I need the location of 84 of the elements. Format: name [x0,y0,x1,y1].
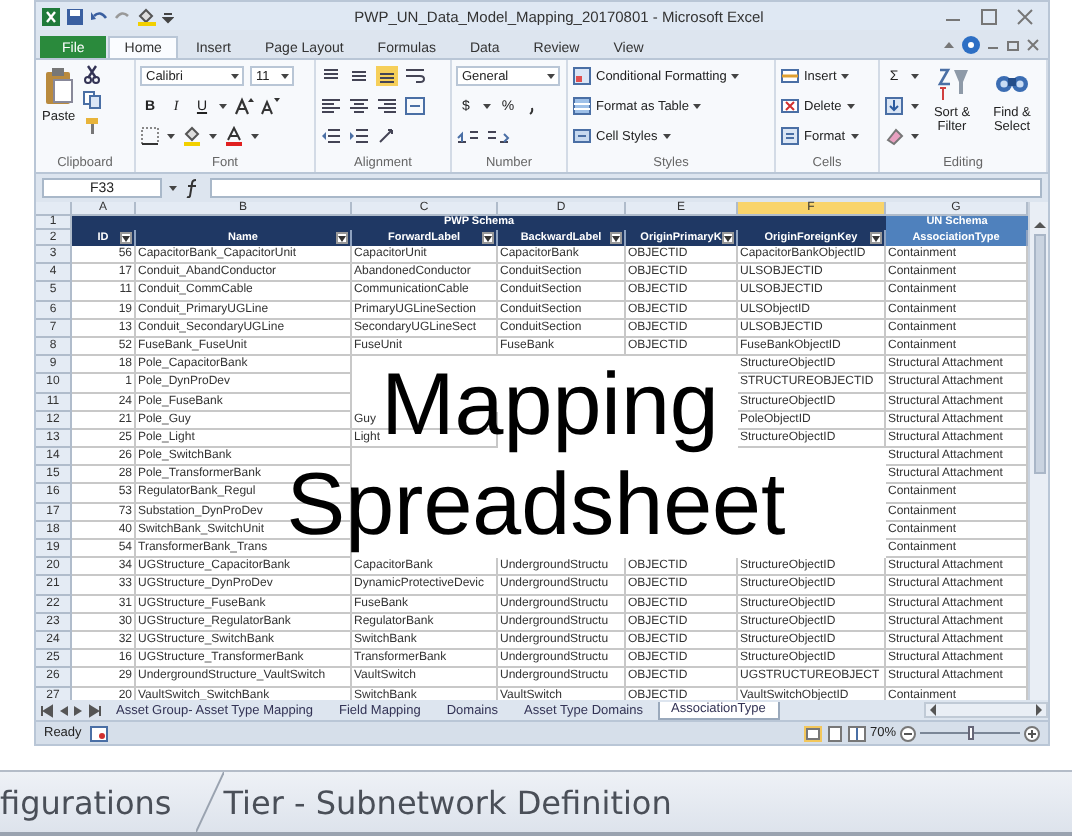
scissors-icon[interactable] [81,64,102,84]
caret-icon[interactable] [661,132,672,140]
align-middle-icon[interactable] [348,66,370,86]
caret-icon[interactable] [208,132,218,140]
decrease-indent-icon[interactable] [320,126,342,146]
horizontal-scrollbar[interactable] [924,702,1048,718]
caret-icon[interactable] [730,72,741,80]
font-color-icon[interactable] [224,126,244,146]
align-bottom-icon[interactable] [376,66,398,86]
first-sheet-icon[interactable] [40,703,54,717]
paintbrush-icon[interactable] [81,116,102,136]
eraser-icon[interactable] [884,126,904,146]
scroll-left-icon[interactable] [928,704,938,716]
borders-icon[interactable] [140,126,160,146]
filter-button[interactable] [120,232,132,244]
formula-input[interactable] [210,178,1042,198]
zoom-out-icon[interactable] [900,725,916,741]
caret-icon[interactable] [546,72,556,80]
wrap-text-icon[interactable] [404,66,426,86]
customize-icon[interactable] [162,7,174,25]
caret-icon[interactable] [218,102,228,110]
format-cells-icon[interactable] [780,126,800,146]
fill-down-icon[interactable] [884,96,904,116]
decrease-decimal-icon[interactable] [486,126,510,146]
vertical-scrollbar[interactable] [1028,202,1048,700]
normal-view-icon[interactable] [803,725,822,741]
slider-thumb[interactable] [967,726,973,740]
help-icon[interactable] [962,36,980,54]
caret-icon[interactable] [250,132,260,140]
sort-filter-icon[interactable] [934,66,970,102]
tab-separator [195,772,224,832]
delete-cells-icon[interactable] [780,96,800,116]
align-right-icon[interactable] [376,96,398,116]
close-icon[interactable] [1016,7,1034,25]
caret-icon[interactable] [482,102,492,110]
collapse-ribbon-icon[interactable] [942,38,956,52]
sheet-tab[interactable]: figurations [0,783,196,821]
caret-icon[interactable] [230,72,240,80]
merge-cells-icon[interactable] [404,96,426,116]
macro-record-icon[interactable] [89,725,108,741]
caret-icon[interactable] [168,184,178,192]
insert-cells-icon[interactable] [780,66,800,86]
page-layout-view-icon[interactable] [825,725,844,741]
fill-color-icon[interactable] [138,7,156,25]
align-center-icon[interactable] [348,96,370,116]
copy-icon[interactable] [81,90,102,110]
save-icon[interactable] [66,7,84,25]
caret-icon[interactable] [280,72,290,80]
caret-icon[interactable] [910,72,920,80]
caret-icon[interactable] [692,102,703,110]
close-icon[interactable] [1026,38,1040,52]
caret-icon[interactable] [910,102,920,110]
caret-icon[interactable] [910,132,920,140]
fill-color-icon[interactable] [182,126,202,146]
filter-button[interactable] [722,232,734,244]
shrink-font-icon[interactable] [260,96,280,116]
caret-icon[interactable] [845,102,856,110]
restore-icon[interactable] [1006,38,1020,52]
filter-button[interactable] [336,232,348,244]
scroll-thumb[interactable] [1033,234,1045,474]
page-break-view-icon[interactable] [847,725,866,741]
grow-font-icon[interactable] [234,96,254,116]
scroll-up-icon[interactable] [1033,220,1045,230]
caret-icon[interactable] [166,132,176,140]
last-sheet-icon[interactable] [88,703,102,717]
increase-indent-icon[interactable] [348,126,370,146]
table-style-icon[interactable] [572,96,592,116]
maximize-icon[interactable] [980,7,998,25]
increase-decimal-icon[interactable] [456,126,480,146]
filter-button[interactable] [482,232,494,244]
caret-icon[interactable] [840,72,851,80]
scroll-right-icon[interactable] [1034,704,1044,716]
filter-button[interactable] [610,232,622,244]
align-left-icon[interactable] [320,96,342,116]
cell-style-icon[interactable] [572,126,592,146]
table-rules-icon[interactable] [572,66,592,86]
excel-icon[interactable] [42,7,60,25]
sheet-tab[interactable]: Tier - Subnetwork Definition [223,783,696,821]
zoom-in-icon[interactable] [1024,725,1040,741]
undo-icon[interactable] [90,7,108,25]
caret-icon[interactable] [849,132,860,140]
text-orientation-icon[interactable] [376,126,398,146]
filter-button[interactable] [870,232,882,244]
clipboard-icon[interactable] [42,66,75,106]
